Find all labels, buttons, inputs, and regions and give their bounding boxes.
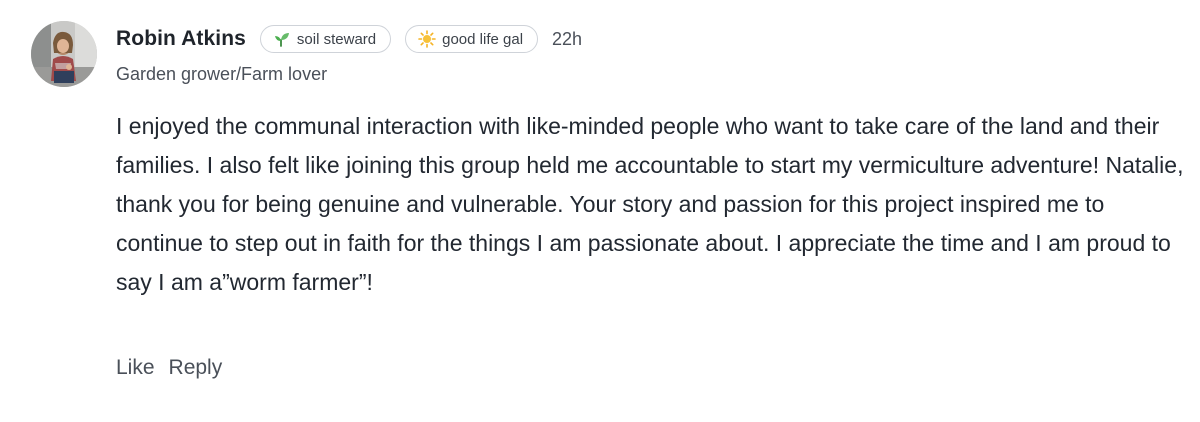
like-button[interactable]: Like <box>116 356 155 380</box>
badge-label: soil steward <box>296 30 377 48</box>
author-headline: Garden grower/Farm lover <box>116 64 328 84</box>
sun-icon <box>418 30 436 48</box>
badge-soil-steward[interactable]: soil steward <box>259 25 392 53</box>
comment-actions: Like Reply <box>116 356 222 380</box>
seedling-icon <box>273 31 291 47</box>
comment-body: I enjoyed the communal interaction with … <box>116 113 1184 295</box>
author-name[interactable]: Robin Atkins <box>116 27 246 51</box>
badge-label: good life gal <box>442 30 524 48</box>
timestamp[interactable]: 22h <box>552 29 582 50</box>
reply-button[interactable]: Reply <box>169 356 223 380</box>
comment-header: Robin Atkins soil steward good life gal … <box>116 22 582 56</box>
comment-card: Robin Atkins soil steward good life gal … <box>0 0 1200 422</box>
badge-good-life-gal[interactable]: good life gal <box>405 25 539 53</box>
avatar[interactable] <box>31 21 97 87</box>
user-avatar-photo-icon <box>31 21 97 87</box>
